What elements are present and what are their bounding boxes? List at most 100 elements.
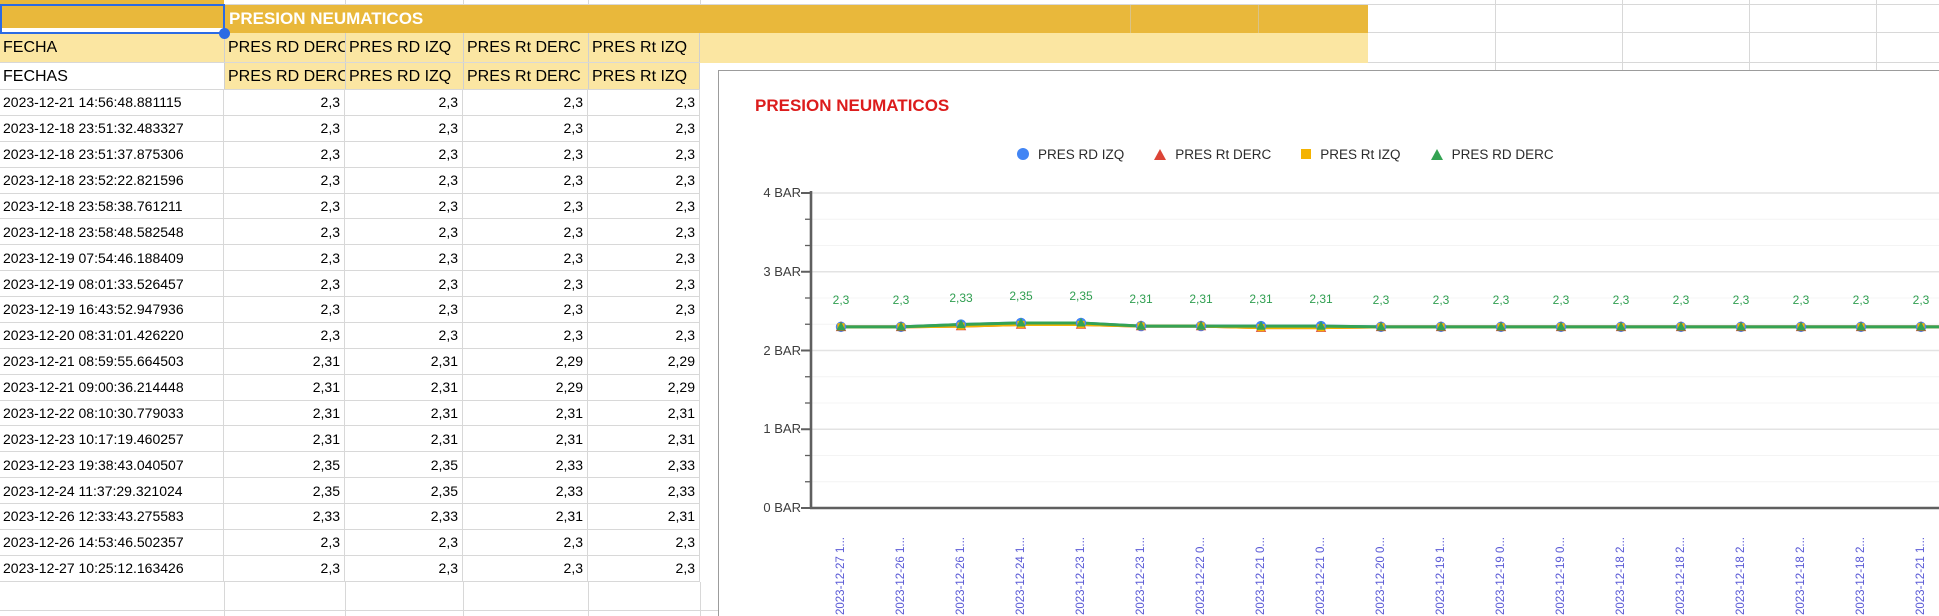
cell-fecha[interactable]: 2023-12-27 10:25:12.163426 <box>0 556 224 582</box>
cell-value[interactable]: 2,3 <box>345 556 463 582</box>
cell-value[interactable]: 2,3 <box>345 297 463 323</box>
cell-fecha[interactable]: 2023-12-21 14:56:48.881115 <box>0 90 224 116</box>
cell-value[interactable]: 2,3 <box>463 245 588 271</box>
cell-value[interactable]: 2,33 <box>463 478 588 504</box>
cell-value[interactable]: 2,3 <box>588 530 700 556</box>
cell-value[interactable]: 2,3 <box>588 323 700 349</box>
cell-value[interactable]: 2,31 <box>345 375 463 401</box>
cell-value[interactable]: 2,3 <box>224 219 345 245</box>
cell-value[interactable]: 2,33 <box>224 504 345 530</box>
cell-value[interactable]: 2,3 <box>463 142 588 168</box>
cell-value[interactable]: 2,3 <box>463 219 588 245</box>
cell-value[interactable]: 2,3 <box>224 271 345 297</box>
cell-fecha[interactable]: 2023-12-19 07:54:46.188409 <box>0 245 224 271</box>
cell-value[interactable]: 2,3 <box>345 219 463 245</box>
fill-handle[interactable] <box>219 28 230 39</box>
cell-value[interactable]: 2,3 <box>224 194 345 220</box>
cell-value[interactable]: 2,3 <box>345 90 463 116</box>
cell-value[interactable]: 2,3 <box>224 245 345 271</box>
legend-item-pres-rt-izq[interactable]: PRES Rt IZQ <box>1301 147 1400 162</box>
cell-fecha[interactable]: 2023-12-26 14:53:46.502357 <box>0 530 224 556</box>
cell-value[interactable]: 2,3 <box>345 194 463 220</box>
column-header[interactable]: PRES Rt DERC <box>463 33 588 63</box>
cell-value[interactable]: 2,3 <box>224 297 345 323</box>
cell-value[interactable]: 2,29 <box>588 349 700 375</box>
cell-value[interactable]: 2,31 <box>345 401 463 427</box>
cell-fecha[interactable]: 2023-12-18 23:51:37.875306 <box>0 142 224 168</box>
cell-value[interactable]: 2,3 <box>345 530 463 556</box>
cell-value[interactable]: 2,3 <box>463 90 588 116</box>
cell-fecha[interactable]: 2023-12-26 12:33:43.275583 <box>0 504 224 530</box>
column-header[interactable]: PRES RD IZQ <box>345 33 463 63</box>
cell-value[interactable]: 2,33 <box>345 504 463 530</box>
cell-value[interactable]: 2,3 <box>224 556 345 582</box>
cell-value[interactable]: 2,31 <box>463 426 588 452</box>
cell-value[interactable]: 2,3 <box>588 297 700 323</box>
cell-value[interactable]: 2,3 <box>463 297 588 323</box>
column-header[interactable]: PRES RD DERC <box>224 63 345 90</box>
cell-fecha[interactable]: 2023-12-18 23:58:48.582548 <box>0 219 224 245</box>
cell-fecha[interactable]: 2023-12-23 10:17:19.460257 <box>0 426 224 452</box>
cell-fecha[interactable]: 2023-12-24 11:37:29.321024 <box>0 478 224 504</box>
cell-value[interactable]: 2,31 <box>224 349 345 375</box>
cell-fecha[interactable]: 2023-12-18 23:58:38.761211 <box>0 194 224 220</box>
cell-value[interactable]: 2,3 <box>588 116 700 142</box>
column-header[interactable]: PRES RD DERC <box>224 33 345 63</box>
cell-value[interactable]: 2,3 <box>463 323 588 349</box>
cell-value[interactable]: 2,3 <box>463 530 588 556</box>
column-header[interactable]: PRES Rt IZQ <box>588 33 700 63</box>
cell-value[interactable]: 2,35 <box>345 452 463 478</box>
cell-value[interactable]: 2,3 <box>224 142 345 168</box>
column-header[interactable]: PRES Rt IZQ <box>588 63 700 90</box>
cell-value[interactable]: 2,31 <box>463 401 588 427</box>
cell-fecha[interactable]: 2023-12-19 08:01:33.526457 <box>0 271 224 297</box>
cell-value[interactable]: 2,33 <box>588 478 700 504</box>
cell-fecha[interactable]: 2023-12-21 08:59:55.664503 <box>0 349 224 375</box>
cell-value[interactable]: 2,3 <box>345 168 463 194</box>
banner-cell[interactable]: PRESION NEUMATICOS <box>224 5 1368 33</box>
cell-value[interactable]: 2,3 <box>588 245 700 271</box>
cell-value[interactable]: 2,29 <box>463 375 588 401</box>
cell-fecha[interactable]: 2023-12-21 09:00:36.214448 <box>0 375 224 401</box>
cell-value[interactable]: 2,29 <box>463 349 588 375</box>
cell-value[interactable]: 2,3 <box>345 245 463 271</box>
cell-value[interactable]: 2,3 <box>224 168 345 194</box>
chart-panel[interactable]: PRESION NEUMATICOS PRES RD IZQPRES Rt DE… <box>718 70 1939 616</box>
cell-value[interactable]: 2,3 <box>345 271 463 297</box>
legend-item-pres-rt-derc[interactable]: PRES Rt DERC <box>1154 147 1271 162</box>
cell-value[interactable]: 2,31 <box>463 504 588 530</box>
cell-fecha[interactable]: 2023-12-23 19:38:43.040507 <box>0 452 224 478</box>
cell-value[interactable]: 2,31 <box>588 401 700 427</box>
cell-value[interactable]: 2,3 <box>463 556 588 582</box>
column-header[interactable]: PRES Rt DERC <box>463 63 588 90</box>
cell-fecha[interactable]: 2023-12-18 23:52:22.821596 <box>0 168 224 194</box>
cell-value[interactable]: 2,3 <box>463 194 588 220</box>
cell-fecha[interactable]: 2023-12-19 16:43:52.947936 <box>0 297 224 323</box>
cell-value[interactable]: 2,3 <box>588 556 700 582</box>
cell-value[interactable]: 2,3 <box>588 219 700 245</box>
cell-value[interactable]: 2,3 <box>224 323 345 349</box>
cell-value[interactable]: 2,3 <box>224 530 345 556</box>
cell-value[interactable]: 2,35 <box>224 478 345 504</box>
cell-value[interactable]: 2,3 <box>588 90 700 116</box>
cell-value[interactable]: 2,3 <box>345 116 463 142</box>
cell-value[interactable]: 2,31 <box>224 426 345 452</box>
legend-item-pres-rd-izq[interactable]: PRES RD IZQ <box>1017 147 1124 162</box>
cell-fecha-header[interactable]: FECHA <box>3 33 57 63</box>
cell-value[interactable]: 2,3 <box>588 271 700 297</box>
cell-fecha[interactable]: 2023-12-20 08:31:01.426220 <box>0 323 224 349</box>
cell-value[interactable]: 2,3 <box>588 142 700 168</box>
cell-value[interactable]: 2,35 <box>224 452 345 478</box>
cell-value[interactable]: 2,35 <box>345 478 463 504</box>
cell-fecha[interactable]: 2023-12-22 08:10:30.779033 <box>0 401 224 427</box>
cell-value[interactable]: 2,3 <box>463 168 588 194</box>
cell-value[interactable]: 2,3 <box>588 194 700 220</box>
cell-value[interactable]: 2,3 <box>224 90 345 116</box>
column-header[interactable]: PRES RD IZQ <box>345 63 463 90</box>
cell-value[interactable]: 2,31 <box>224 375 345 401</box>
cell-value[interactable]: 2,31 <box>345 426 463 452</box>
cell-value[interactable]: 2,29 <box>588 375 700 401</box>
cell-value[interactable]: 2,3 <box>345 142 463 168</box>
cell-value[interactable]: 2,3 <box>224 116 345 142</box>
cell-value[interactable]: 2,31 <box>588 426 700 452</box>
